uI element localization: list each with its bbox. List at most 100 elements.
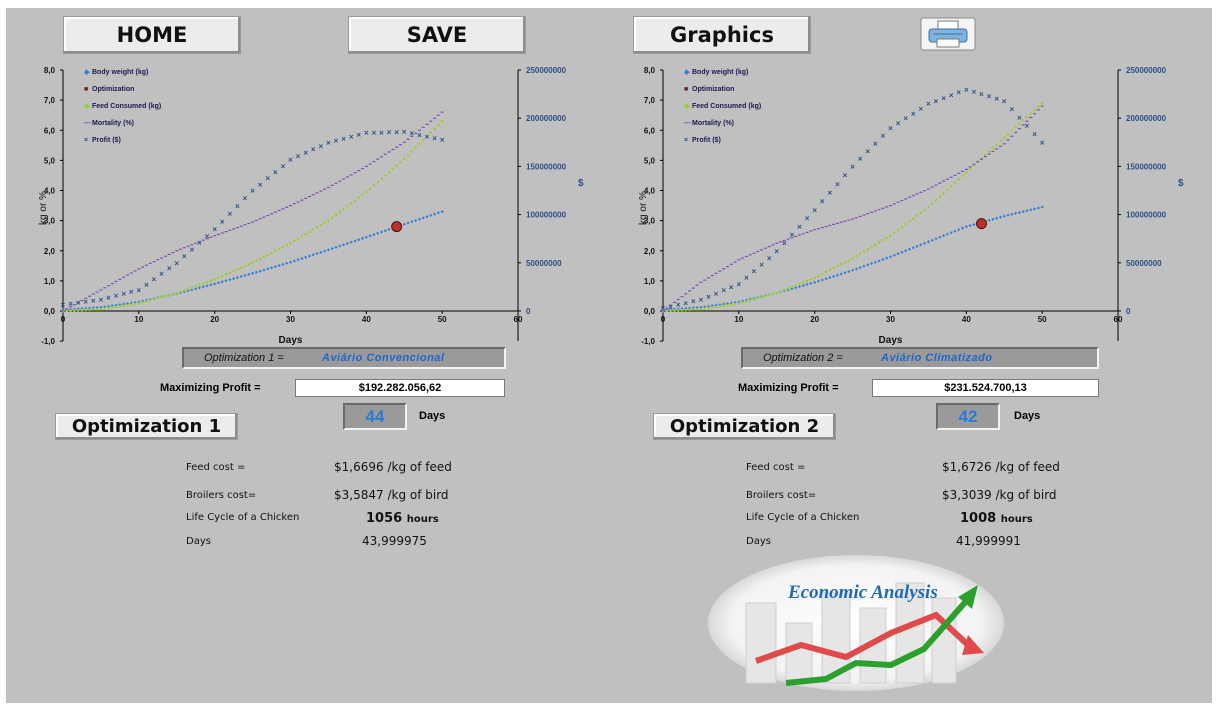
feed-point bbox=[710, 305, 714, 310]
mortality-point bbox=[881, 207, 885, 209]
max-profit-label-2: Maximizing Profit = bbox=[738, 382, 839, 394]
body-weight-point bbox=[285, 261, 289, 265]
body-weight-point bbox=[281, 262, 285, 267]
feed-point bbox=[1006, 132, 1010, 136]
mortality-point bbox=[99, 289, 103, 291]
save-button[interactable]: SAVE bbox=[348, 16, 526, 54]
mortality-point bbox=[395, 146, 399, 148]
mortality-point bbox=[964, 168, 968, 171]
print-button[interactable] bbox=[918, 15, 978, 53]
x-tick-label: 50 bbox=[438, 315, 447, 324]
left-tick-label: 7,0 bbox=[44, 96, 56, 105]
feed-point bbox=[349, 201, 353, 206]
feed-point bbox=[896, 228, 900, 232]
feed-cost-1: $1,6696 /kg of feed bbox=[334, 460, 452, 474]
body-weight-point bbox=[915, 244, 919, 248]
mortality-point bbox=[167, 253, 171, 255]
profit-point: × bbox=[972, 88, 977, 97]
profit-point: × bbox=[1009, 105, 1014, 114]
body-weight-point bbox=[866, 263, 870, 267]
feed-point bbox=[703, 307, 707, 311]
profit-point: × bbox=[387, 128, 392, 137]
mortality-point bbox=[794, 235, 798, 238]
optimization-2-button[interactable]: Optimization 2 bbox=[653, 413, 836, 440]
mortality-point bbox=[326, 186, 330, 189]
feed-point bbox=[391, 167, 395, 171]
body-weight-point bbox=[262, 268, 266, 272]
body-weight-point bbox=[923, 241, 927, 245]
feed-point bbox=[934, 198, 938, 202]
mortality-point bbox=[976, 161, 980, 163]
body-weight-point bbox=[402, 222, 406, 226]
body-weight-point bbox=[835, 273, 840, 277]
mortality-point bbox=[334, 182, 338, 184]
mortality-point bbox=[923, 190, 927, 192]
feed-point bbox=[281, 245, 285, 249]
body-weight-point bbox=[854, 267, 858, 271]
right-axis-label: $ bbox=[1178, 178, 1184, 189]
body-weight-point bbox=[900, 250, 904, 254]
profit-point: × bbox=[212, 225, 217, 234]
body-weight-point bbox=[372, 233, 376, 237]
feed-point bbox=[759, 295, 764, 299]
feed-point bbox=[722, 304, 726, 308]
mortality-point bbox=[292, 203, 296, 205]
right-tick-label: 50000000 bbox=[1126, 259, 1162, 268]
profit-point: × bbox=[767, 254, 772, 263]
body-weight-point bbox=[873, 260, 877, 264]
mortality-point bbox=[277, 209, 281, 212]
profit-point: × bbox=[850, 162, 855, 171]
mortality-point bbox=[361, 167, 365, 170]
profit-point: × bbox=[372, 128, 377, 137]
profit-point: × bbox=[979, 90, 984, 99]
body-weight-point bbox=[813, 280, 817, 284]
body-weight-point bbox=[414, 218, 418, 223]
mortality-point bbox=[330, 184, 334, 186]
profit-point: × bbox=[752, 267, 757, 276]
mortality-point bbox=[258, 218, 262, 220]
feed-point bbox=[220, 274, 224, 278]
mortality-point bbox=[972, 163, 976, 165]
right-tick-label: 0 bbox=[1126, 307, 1131, 316]
graphics-button[interactable]: Graphics bbox=[633, 16, 811, 54]
x-tick-label: 40 bbox=[362, 315, 371, 324]
mortality-point bbox=[440, 111, 444, 113]
body-weight-point bbox=[338, 244, 342, 248]
feed-point bbox=[820, 272, 824, 276]
mortality-point bbox=[220, 232, 224, 234]
feed-point bbox=[330, 216, 334, 220]
body-weight-point bbox=[869, 261, 874, 266]
profit-point: × bbox=[167, 264, 172, 273]
profit-point: × bbox=[258, 180, 263, 189]
mortality-point bbox=[756, 250, 760, 253]
left-tick-label: 1,0 bbox=[44, 277, 56, 286]
feed-point bbox=[345, 204, 349, 208]
mortality-point bbox=[809, 230, 813, 232]
feed-cost-label-2: Feed cost = bbox=[746, 462, 806, 473]
body-weight-point bbox=[1025, 209, 1029, 213]
body-weight-point bbox=[968, 223, 972, 228]
mortality-point bbox=[839, 221, 843, 223]
feed-point bbox=[398, 160, 403, 164]
body-weight-point bbox=[1010, 212, 1014, 216]
body-weight-point bbox=[991, 217, 995, 221]
mortality-point bbox=[107, 285, 110, 287]
profit-point: × bbox=[129, 288, 134, 297]
body-weight-point bbox=[273, 265, 277, 269]
legend-marker: — bbox=[684, 120, 691, 127]
optimization-1-button[interactable]: Optimization 1 bbox=[55, 413, 238, 440]
right-tick-label: 250000000 bbox=[1126, 66, 1167, 75]
home-button[interactable]: HOME bbox=[63, 16, 241, 54]
feed-point bbox=[277, 247, 281, 251]
body-weight-point bbox=[410, 220, 414, 224]
feed-point bbox=[315, 225, 319, 230]
mortality-point bbox=[801, 233, 805, 235]
body-weight-point bbox=[820, 278, 824, 282]
feed-point bbox=[968, 167, 972, 171]
mortality-point bbox=[429, 120, 433, 122]
mortality-point bbox=[760, 249, 764, 251]
feed-point bbox=[201, 281, 205, 286]
mortality-point bbox=[156, 259, 160, 261]
mortality-point bbox=[843, 220, 847, 222]
mortality-point bbox=[228, 229, 232, 231]
